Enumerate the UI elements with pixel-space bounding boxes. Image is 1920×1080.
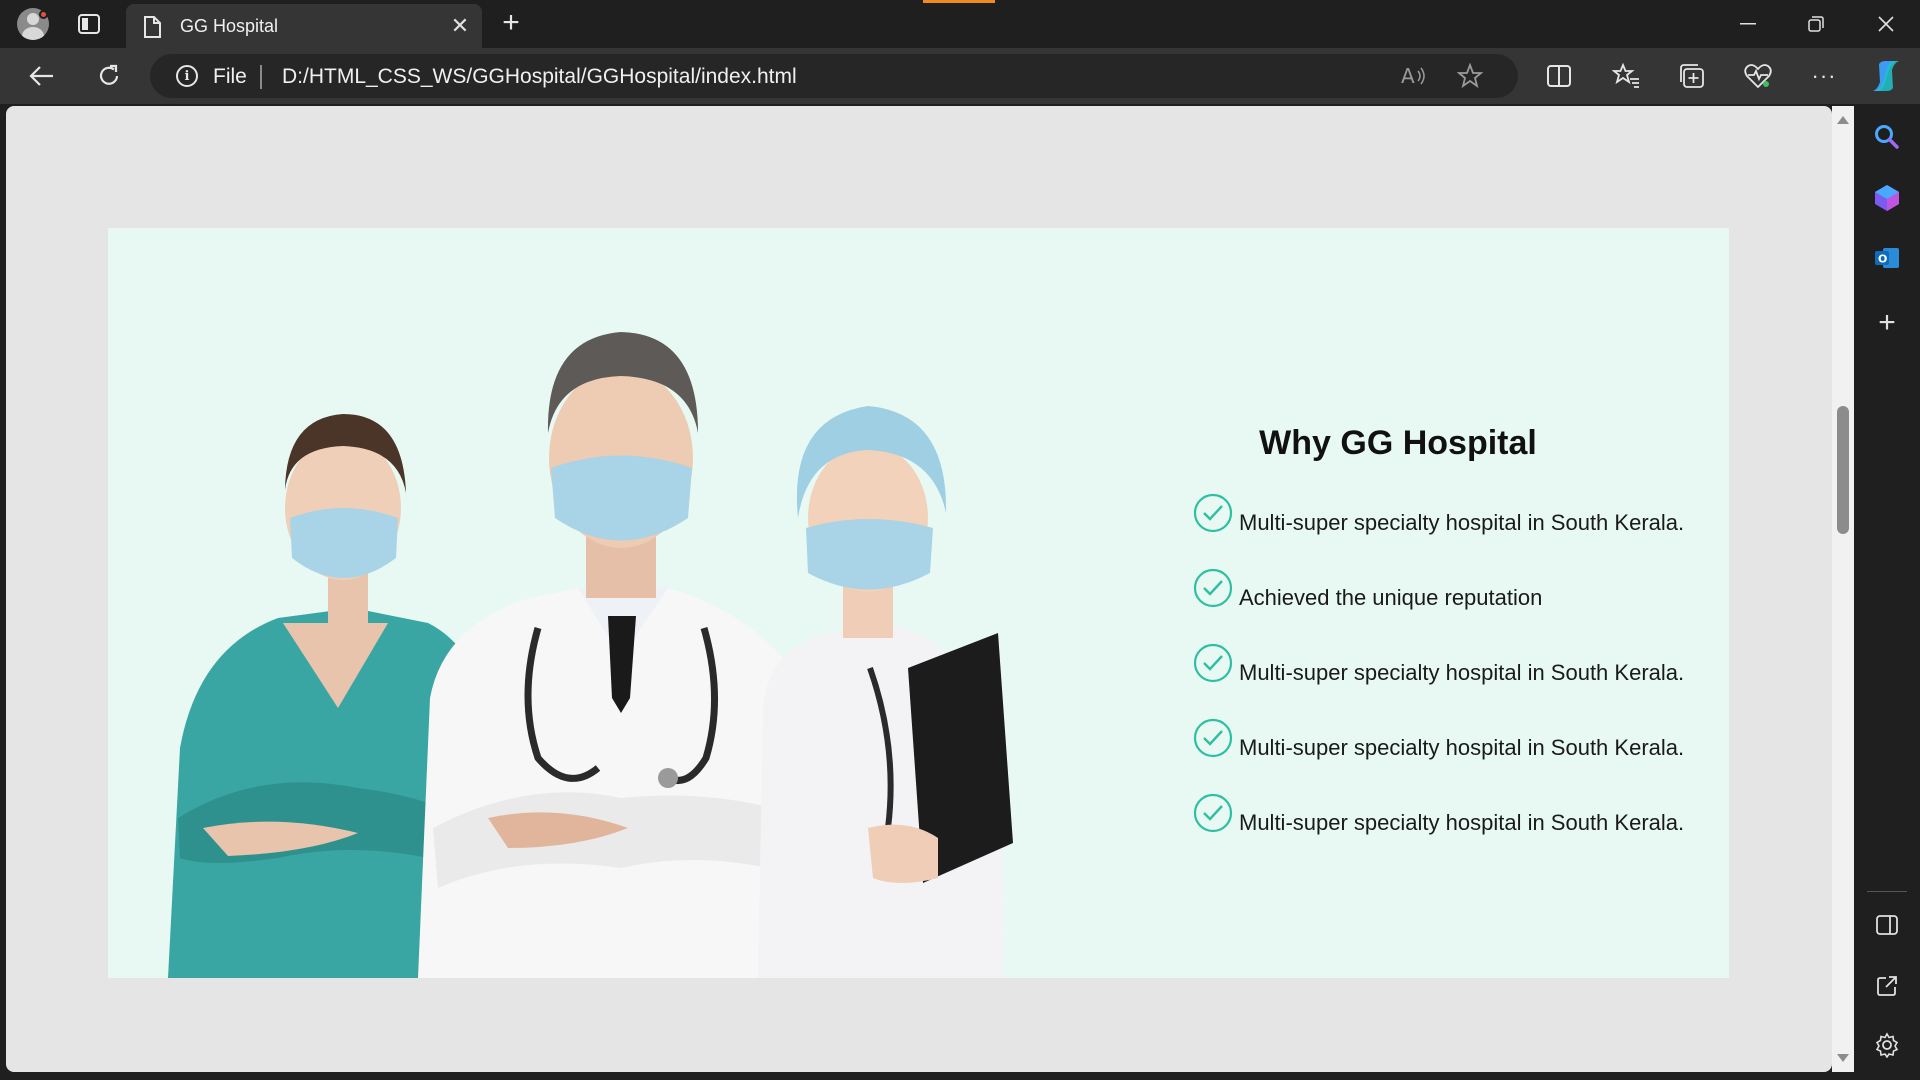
address-bar[interactable]: i File D:/HTML_CSS_WS/GGHospital/GGHospi… — [150, 54, 1518, 98]
back-arrow-icon[interactable] — [24, 60, 58, 92]
url-text[interactable]: D:/HTML_CSS_WS/GGHospital/GGHospital/ind… — [282, 65, 797, 89]
feature-text: Multi-super specialty hospital in South … — [1239, 660, 1685, 685]
feature-text: Multi-super specialty hospital in South … — [1239, 510, 1685, 535]
address-scheme-label: File — [213, 65, 247, 88]
check-circle-icon — [1193, 793, 1233, 833]
collections-icon[interactable] — [1676, 60, 1708, 92]
new-tab-icon[interactable]: + — [496, 6, 526, 39]
copilot-sidebar-icon[interactable] — [1870, 181, 1904, 215]
feature-text: Multi-super specialty hospital in South … — [1239, 810, 1685, 835]
feature-text: Achieved the unique reputation — [1239, 585, 1543, 610]
read-aloud-icon[interactable]: A — [1398, 62, 1428, 90]
svg-text:O: O — [1878, 253, 1887, 266]
profile-avatar[interactable] — [14, 7, 52, 41]
page-scrollbar[interactable] — [1832, 106, 1854, 1072]
check-circle-icon — [1193, 643, 1233, 683]
female-doctor-figure — [758, 406, 1013, 978]
tab-title: GG Hospital — [180, 16, 279, 36]
scroll-up-arrow-icon[interactable] — [1837, 116, 1849, 124]
refresh-icon[interactable] — [92, 60, 126, 92]
close-window-icon[interactable] — [1852, 0, 1920, 48]
page-viewport: Why GG Hospital Multi-super specialty ho… — [6, 106, 1832, 1072]
favorites-list-icon[interactable] — [1610, 60, 1642, 92]
check-circle-icon — [1193, 568, 1233, 608]
external-link-icon[interactable] — [1870, 969, 1904, 1003]
search-icon[interactable] — [1870, 120, 1904, 154]
why-section: Why GG Hospital Multi-super specialty ho… — [108, 228, 1729, 978]
browser-toolbar: i File D:/HTML_CSS_WS/GGHospital/GGHospi… — [0, 48, 1920, 104]
split-screen-icon[interactable] — [1543, 60, 1575, 92]
feature-item: Multi-super specialty hospital in South … — [1193, 718, 1685, 767]
feature-item: Achieved the unique reputation — [1193, 568, 1543, 617]
section-heading: Why GG Hospital — [1259, 424, 1537, 462]
check-circle-icon — [1193, 718, 1233, 758]
site-info-icon[interactable]: i — [176, 65, 198, 87]
scrollbar-thumb[interactable] — [1837, 406, 1849, 534]
sidebar-divider — [1867, 891, 1907, 892]
address-separator — [260, 65, 262, 89]
browser-essentials-icon[interactable] — [1742, 60, 1774, 92]
restore-icon[interactable] — [1782, 0, 1850, 48]
check-circle-icon — [1193, 493, 1233, 533]
feature-item: Multi-super specialty hospital in South … — [1193, 793, 1685, 842]
browser-tab-bar: GG Hospital ✕ + — [0, 0, 1920, 48]
close-tab-icon[interactable]: ✕ — [448, 13, 472, 38]
minimize-icon[interactable] — [1714, 0, 1782, 48]
tab-actions-icon[interactable] — [74, 10, 104, 38]
tab-gg-hospital[interactable]: GG Hospital ✕ — [126, 4, 482, 48]
feature-text: Multi-super specialty hospital in South … — [1239, 735, 1685, 760]
copilot-icon[interactable] — [1868, 58, 1904, 94]
feature-item: Multi-super specialty hospital in South … — [1193, 493, 1685, 542]
feature-item: Multi-super specialty hospital in South … — [1193, 643, 1685, 692]
settings-icon[interactable] — [1870, 1028, 1904, 1062]
svg-text:A: A — [1401, 65, 1415, 87]
sidebar-panel-icon[interactable] — [1870, 908, 1904, 942]
page-document-icon — [142, 16, 162, 43]
loading-indicator — [923, 0, 995, 3]
doctors-team-image — [168, 332, 1013, 978]
scroll-down-arrow-icon[interactable] — [1837, 1054, 1849, 1062]
more-options-icon[interactable]: ··· — [1808, 60, 1840, 92]
add-icon[interactable]: + — [1870, 306, 1904, 340]
outlook-icon[interactable]: O — [1870, 241, 1904, 275]
favorite-star-icon[interactable] — [1455, 62, 1485, 90]
